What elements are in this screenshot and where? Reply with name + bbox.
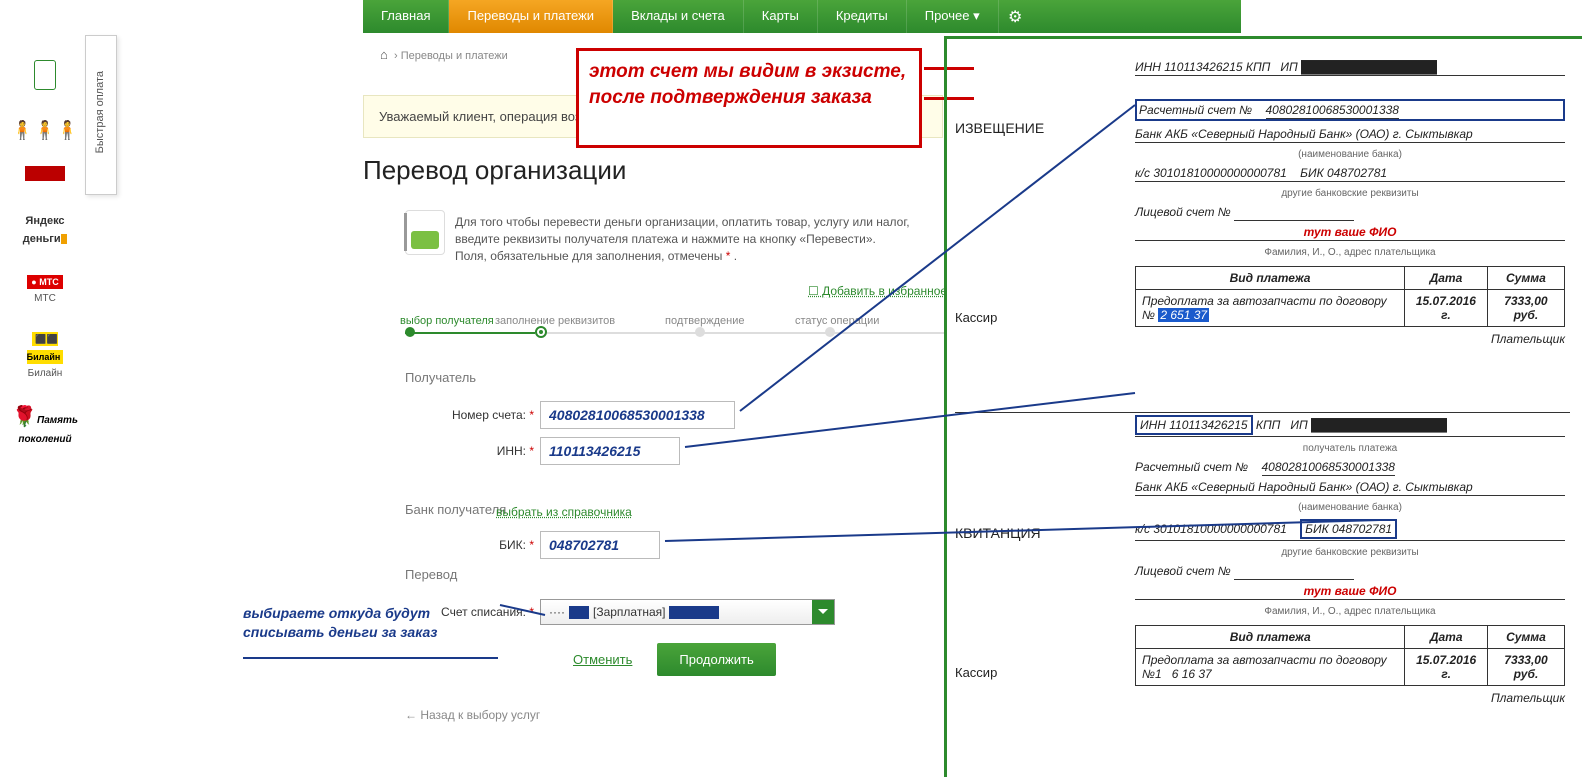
sidebar-flower[interactable]: 🌹Памятьпоколений [10,404,80,447]
back-link[interactable]: ← Назад к выбору услуг [405,708,540,722]
home-icon[interactable]: ⌂ [380,47,388,62]
payment-table-2: Вид платежаДатаСумма Предоплата за автоз… [1135,625,1565,686]
debit-account-dropdown[interactable]: ···· [Зарплатная] [540,599,835,625]
breadcrumb: ⌂ › Переводы и платежи [380,47,508,62]
nav-other[interactable]: Прочее ▾ [907,0,999,33]
nav-deposits[interactable]: Вклады и счета [613,0,744,33]
sidebar-beeline[interactable]: ⬛⬛БилайнБилайн [10,329,80,379]
continue-button[interactable]: Продолжить [657,643,775,676]
directory-link[interactable]: выбрать из справочника [496,505,632,519]
cancel-button[interactable]: Отменить [573,652,632,667]
nav-credits[interactable]: Кредиты [818,0,907,33]
nav-cards[interactable]: Карты [744,0,818,33]
sidebar-phone[interactable] [10,60,80,95]
sidebar-red[interactable] [10,166,80,186]
inn-input[interactable] [540,437,680,465]
fast-pay-panel[interactable]: Быстрая оплата [85,35,117,195]
account-input[interactable] [540,401,735,429]
chevron-down-icon [812,600,834,624]
sidebar-yandex-money[interactable]: Яндексденьги [10,211,80,247]
row-inn: ИНН: * [405,434,955,468]
main-nav: Главная Переводы и платежи Вклады и счет… [363,0,1241,33]
card-icon [405,210,445,255]
receipt-document: ИЗВЕЩЕНИЕ Кассир ИНН 110113426215 КПП ИП… [955,60,1570,765]
nav-transfers[interactable]: Переводы и платежи [449,0,613,33]
bik-input[interactable] [540,531,660,559]
annotation-blue-note: выбираете откуда будут списывать деньги … [243,604,498,659]
section-bank: Банк получателя [405,502,506,517]
add-favorite-link[interactable]: Добавить в избранное [808,284,947,298]
section-transfer: Перевод [405,567,457,582]
section-recipient: Получатель [405,370,476,385]
nav-main[interactable]: Главная [363,0,449,33]
quick-pay-sidebar: 🧍🧍🧍 Яндексденьги ● МТСМТС ⬛⬛БилайнБилайн… [10,60,80,472]
gear-icon[interactable]: ⚙ [999,0,1032,33]
sidebar-mts[interactable]: ● МТСМТС [10,272,80,304]
intro-text: Для того чтобы перевести деньги организа… [455,214,925,264]
action-buttons: Отменить Продолжить [573,643,776,676]
row-bik: БИК: * [405,528,955,562]
sidebar-people[interactable]: 🧍🧍🧍 [10,120,80,141]
row-account: Номер счета: * [405,398,955,432]
breadcrumb-path[interactable]: Переводы и платежи [401,50,508,62]
annotation-red-note: этот счет мы видим в экзисте, после подт… [576,48,922,148]
page-title: Перевод организации [363,155,626,186]
payment-table-1: Вид платежаДатаСумма Предоплата за автоз… [1135,266,1565,327]
progress-steps: выбор получателя заполнение реквизитов п… [405,321,945,341]
